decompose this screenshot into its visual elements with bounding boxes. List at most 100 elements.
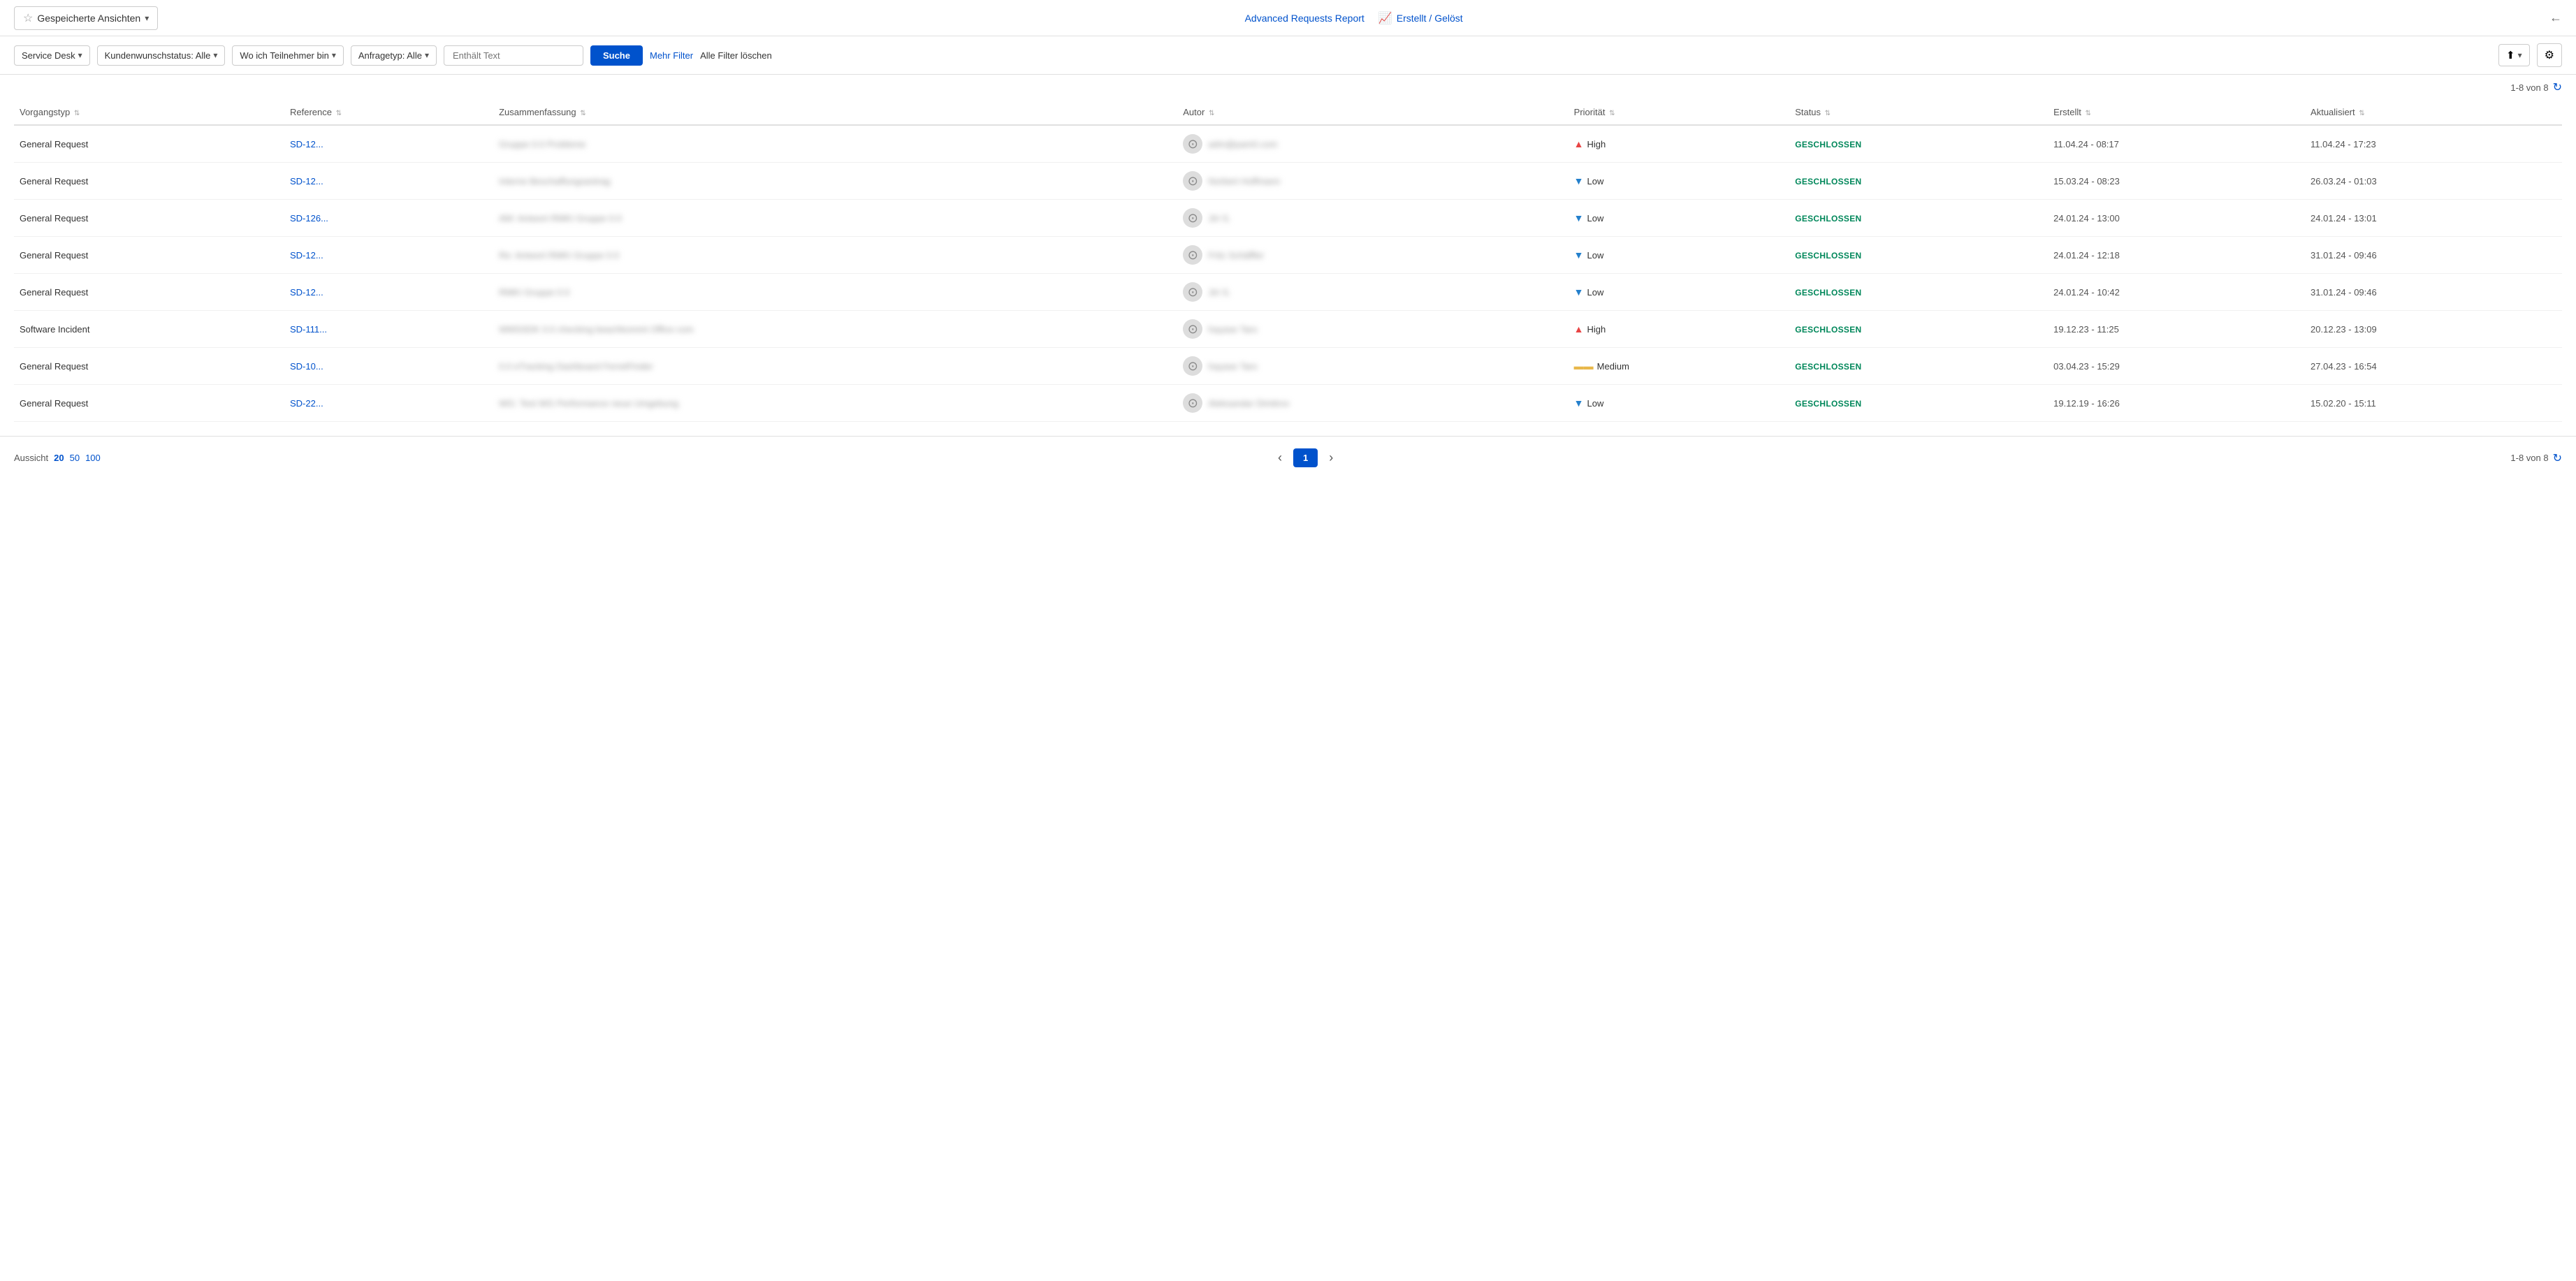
cell-prioritaet: ▲ High	[1569, 311, 1790, 348]
author-name: Fritz Schäffler	[1208, 250, 1264, 261]
priority-low-icon: ▼	[1574, 249, 1584, 261]
col-status[interactable]: Status ⇅	[1789, 100, 2048, 125]
avatar: ⊙	[1183, 319, 1202, 339]
cell-erstellt: 15.03.24 - 08:23	[2048, 163, 2305, 200]
erstellt-geloest-link[interactable]: 📈 Erstellt / Gelöst	[1378, 11, 1463, 25]
cell-zusammenfassung: Interne Beschaffungsantrag	[493, 163, 1177, 200]
author-name: Aleksandar Dimitrov	[1208, 398, 1289, 409]
cell-vorgangstyp: General Request	[14, 237, 284, 274]
col-reference[interactable]: Reference ⇅	[284, 100, 493, 125]
table-row: General Request SD-10... 0.0 eTracking D…	[14, 348, 2562, 385]
chevron-down-icon: ▾	[425, 50, 429, 60]
cell-erstellt: 11.04.24 - 08:17	[2048, 125, 2305, 163]
col-prioritaet[interactable]: Priorität ⇅	[1569, 100, 1790, 125]
reference-link[interactable]: SD-12...	[290, 139, 323, 149]
reference-link[interactable]: SD-10...	[290, 361, 323, 372]
prev-page-button[interactable]: ‹	[1272, 448, 1288, 468]
cell-vorgangstyp: General Request	[14, 274, 284, 311]
cell-status: GESCHLOSSEN	[1789, 125, 2048, 163]
reference-link[interactable]: SD-12...	[290, 287, 323, 298]
reference-link[interactable]: SD-126...	[290, 213, 328, 224]
reference-link[interactable]: SD-22...	[290, 398, 323, 409]
status-badge: GESCHLOSSEN	[1795, 140, 1861, 149]
refresh-icon-bottom[interactable]: ↻	[2553, 451, 2562, 465]
chevron-down-icon: ▾	[332, 50, 336, 60]
next-page-button[interactable]: ›	[1323, 448, 1339, 468]
settings-button[interactable]: ⚙	[2537, 43, 2562, 67]
saved-views-button[interactable]: ☆ Gespeicherte Ansichten ▾	[14, 6, 158, 30]
avatar: ⊙	[1183, 208, 1202, 228]
mehr-filter-button[interactable]: Mehr Filter	[650, 50, 693, 61]
zusammenfassung-text: Re: Antwort RMKI Gruppe 0.0	[499, 250, 619, 261]
cell-aktualisiert: 24.01.24 - 13:01	[2305, 200, 2562, 237]
zusammenfassung-text: Gruppe 0.0 Probleme	[499, 139, 585, 149]
cell-autor: ⊙ hayase Taro	[1177, 348, 1568, 385]
anfragetyp-dropdown[interactable]: Anfragetyp: Alle ▾	[351, 45, 437, 66]
zusammenfassung-text: RMKI Gruppe 0.0	[499, 287, 569, 298]
search-input[interactable]	[444, 45, 583, 66]
cell-prioritaet: ▲ High	[1569, 125, 1790, 163]
export-button[interactable]: ⬆ ▾	[2498, 44, 2530, 66]
cell-prioritaet: ▬▬ Medium	[1569, 348, 1790, 385]
anfragetyp-label: Anfragetyp: Alle	[358, 50, 422, 61]
priority-low-icon: ▼	[1574, 397, 1584, 409]
reference-link[interactable]: SD-12...	[290, 250, 323, 261]
view-50-link[interactable]: 50	[70, 453, 80, 463]
cell-vorgangstyp: General Request	[14, 125, 284, 163]
teilnehmer-dropdown[interactable]: Wo ich Teilnehmer bin ▾	[232, 45, 343, 66]
avatar: ⊙	[1183, 171, 1202, 191]
col-zusammenfassung[interactable]: Zusammenfassung ⇅	[493, 100, 1177, 125]
cell-prioritaet: ▼ Low	[1569, 274, 1790, 311]
col-erstellt[interactable]: Erstellt ⇅	[2048, 100, 2305, 125]
status-badge: GESCHLOSSEN	[1795, 288, 1861, 298]
col-vorgangstyp[interactable]: Vorgangstyp ⇅	[14, 100, 284, 125]
kundenwunschstatus-dropdown[interactable]: Kundenwunschstatus: Alle ▾	[97, 45, 226, 66]
pagination: ‹ 1 ›	[1272, 448, 1339, 468]
view-20-link[interactable]: 20	[54, 453, 64, 463]
cell-status: GESCHLOSSEN	[1789, 385, 2048, 422]
table-row: General Request SD-12... Gruppe 0.0 Prob…	[14, 125, 2562, 163]
cell-zusammenfassung: AW: Antwort RMKI Gruppe 0.0	[493, 200, 1177, 237]
col-aktualisiert[interactable]: Aktualisiert ⇅	[2305, 100, 2562, 125]
refresh-icon[interactable]: ↻	[2553, 80, 2562, 94]
page-1-button[interactable]: 1	[1293, 448, 1318, 467]
sort-icon: ⇅	[2086, 110, 2091, 117]
advanced-report-link[interactable]: Advanced Requests Report	[1245, 13, 1365, 24]
status-badge: GESCHLOSSEN	[1795, 177, 1861, 186]
search-button[interactable]: Suche	[590, 45, 643, 66]
cell-zusammenfassung: Gruppe 0.0 Probleme	[493, 125, 1177, 163]
bottom-count-label: 1-8 von 8	[2510, 453, 2548, 463]
cell-aktualisiert: 27.04.23 - 16:54	[2305, 348, 2562, 385]
author-name: Jiri S.	[1208, 213, 1231, 224]
results-bar: 1-8 von 8 ↻	[0, 75, 2576, 100]
cell-status: GESCHLOSSEN	[1789, 311, 2048, 348]
cell-zusammenfassung: 0.0 eTracking Dashboard FerretFinder	[493, 348, 1177, 385]
cell-autor: ⊙ hayase Taro	[1177, 311, 1568, 348]
sort-icon: ⇅	[2359, 110, 2364, 117]
reference-link[interactable]: SD-12...	[290, 176, 323, 186]
priority-label: Low	[1587, 176, 1604, 186]
view-100-link[interactable]: 100	[85, 453, 101, 463]
saved-views-label: Gespeicherte Ansichten	[37, 13, 140, 24]
reference-link[interactable]: SD-111...	[290, 324, 327, 335]
service-desk-label: Service Desk	[22, 50, 75, 61]
zusammenfassung-text: AW: Antwort RMKI Gruppe 0.0	[499, 213, 622, 224]
priority-high-icon: ▲	[1574, 138, 1584, 149]
avatar: ⊙	[1183, 282, 1202, 302]
cell-autor: ⊙ Aleksandar Dimitrov	[1177, 385, 1568, 422]
cell-vorgangstyp: General Request	[14, 385, 284, 422]
cell-aktualisiert: 31.01.24 - 09:46	[2305, 237, 2562, 274]
sort-icon: ⇅	[336, 110, 342, 117]
star-icon: ☆	[23, 11, 33, 25]
col-autor[interactable]: Autor ⇅	[1177, 100, 1568, 125]
cell-status: GESCHLOSSEN	[1789, 274, 2048, 311]
service-desk-dropdown[interactable]: Service Desk ▾	[14, 45, 90, 66]
cell-prioritaet: ▼ Low	[1569, 237, 1790, 274]
clear-filter-button[interactable]: Alle Filter löschen	[700, 50, 772, 61]
back-button[interactable]: ←	[2549, 10, 2562, 25]
cell-zusammenfassung: Re: Antwort RMKI Gruppe 0.0	[493, 237, 1177, 274]
cell-autor: ⊙ adm@pam0.com	[1177, 125, 1568, 163]
avatar: ⊙	[1183, 356, 1202, 376]
cell-reference: SD-22...	[284, 385, 493, 422]
zusammenfassung-text: 0.0 eTracking Dashboard FerretFinder	[499, 361, 653, 372]
